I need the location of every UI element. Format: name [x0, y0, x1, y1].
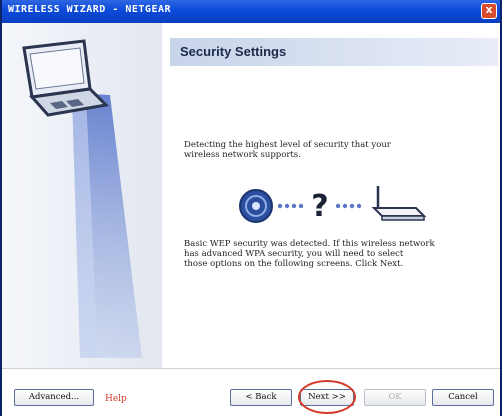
- detection-result-message: Basic WEP security was detected. If this…: [184, 239, 435, 269]
- close-icon: x: [485, 3, 493, 16]
- back-button[interactable]: < Back: [230, 389, 292, 406]
- help-link[interactable]: Help: [105, 394, 127, 404]
- title-bar[interactable]: WIRELESS WIZARD - NETGEAR x: [2, 0, 500, 23]
- advanced-button[interactable]: Advanced...: [14, 389, 94, 406]
- close-button[interactable]: x: [481, 3, 497, 19]
- laptop-icon: [22, 39, 110, 117]
- laptop-beam-illustration: [22, 39, 142, 358]
- side-illustration-panel: [2, 23, 162, 368]
- window-title: WIRELESS WIZARD - NETGEAR: [8, 4, 172, 15]
- page-title: Security Settings: [180, 44, 287, 59]
- router-icon: [371, 186, 427, 221]
- wireless-signal-icon: [239, 189, 273, 223]
- wizard-window: WIRELESS WIZARD - NETGEAR x Security Set…: [0, 0, 502, 417]
- finish-button: OK: [364, 389, 426, 406]
- connection-diagram: ?: [239, 186, 427, 224]
- page-header: Security Settings: [170, 38, 498, 66]
- next-button-highlight-circle: [298, 380, 356, 414]
- question-mark-icon: ?: [311, 189, 328, 224]
- detecting-message: Detecting the highest level of security …: [184, 140, 391, 160]
- cancel-button[interactable]: Cancel: [432, 389, 494, 406]
